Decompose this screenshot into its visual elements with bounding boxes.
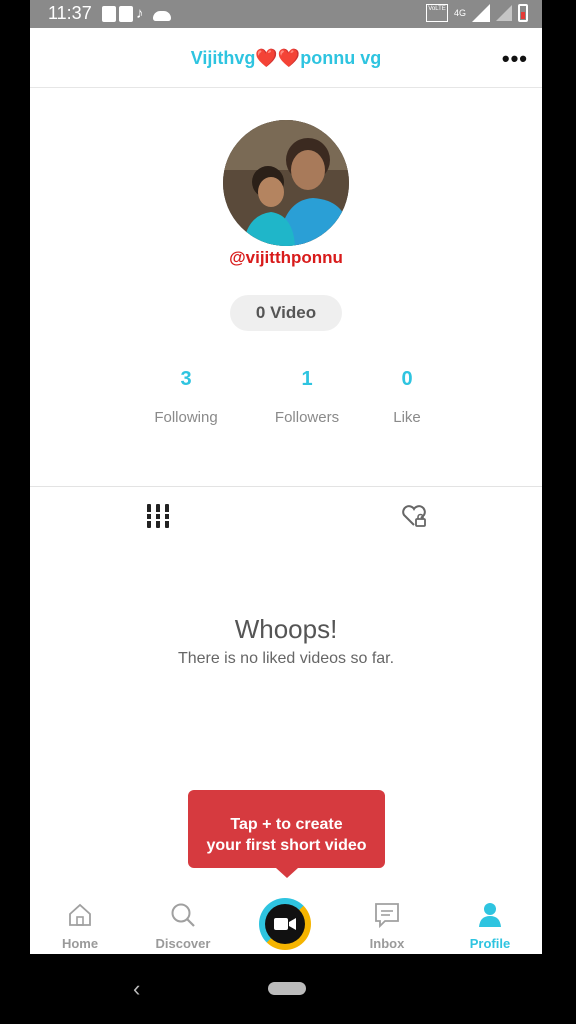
username-handle: @vijitthponnu bbox=[229, 248, 343, 267]
stat-value: 0 bbox=[401, 368, 413, 390]
create-tooltip[interactable]: Tap + to create your first short video bbox=[188, 790, 385, 878]
nav-inbox[interactable]: Inbox bbox=[347, 900, 427, 951]
signal-icon bbox=[496, 5, 512, 21]
nav-profile[interactable]: Profile bbox=[450, 900, 530, 951]
person-icon bbox=[450, 900, 530, 930]
nav-label: Profile bbox=[469, 936, 511, 951]
profile-name: Vijithvg❤️❤️ponnu vg bbox=[190, 48, 382, 68]
cloud-icon bbox=[153, 11, 171, 21]
system-icons: VoLTE 4G bbox=[425, 4, 528, 22]
status-time: 11:37 bbox=[48, 3, 92, 23]
tiktok-icon: ♪ bbox=[136, 5, 144, 22]
stat-value: 3 bbox=[180, 368, 192, 390]
more-horizontal-icon[interactable]: ••• bbox=[502, 46, 528, 72]
system-nav-bar: ‹ bbox=[0, 954, 576, 1024]
search-icon bbox=[143, 900, 223, 930]
volte-icon: VoLTE bbox=[425, 4, 448, 22]
stat-following[interactable]: 3 Following bbox=[136, 368, 236, 426]
bottom-nav: Home Discover Inbox Profile bbox=[30, 888, 542, 954]
device-frame: 11:37 ♪ VoLTE 4G Vijithvg❤️❤️ponnu vg ••… bbox=[0, 0, 576, 1024]
gallery-icon bbox=[119, 6, 133, 22]
stat-like[interactable]: 0 Like bbox=[357, 368, 457, 426]
signal-icon bbox=[472, 4, 490, 22]
nav-label: Discover bbox=[155, 936, 211, 951]
video-count-pill[interactable]: 0 Video bbox=[230, 295, 342, 331]
nav-home[interactable]: Home bbox=[40, 900, 120, 951]
stat-value: 1 bbox=[301, 368, 313, 390]
tooltip-line: Tap + to create bbox=[230, 816, 343, 833]
empty-state-message: There is no liked videos so far. bbox=[177, 650, 395, 667]
status-bar: 11:37 ♪ VoLTE 4G bbox=[30, 0, 542, 28]
video-camera-icon bbox=[265, 904, 305, 944]
battery-icon bbox=[518, 4, 528, 22]
stat-label: Followers bbox=[274, 409, 340, 426]
gallery-icon bbox=[102, 6, 116, 22]
grid-bars-icon[interactable] bbox=[145, 502, 171, 530]
network-type: 4G bbox=[453, 8, 466, 18]
nav-label: Inbox bbox=[369, 936, 405, 951]
home-pill-button[interactable] bbox=[268, 982, 306, 995]
stat-label: Like bbox=[393, 409, 421, 426]
create-video-button[interactable] bbox=[259, 898, 311, 950]
nav-discover[interactable]: Discover bbox=[143, 900, 223, 951]
stat-label: Following bbox=[154, 409, 218, 426]
back-icon[interactable]: ‹ bbox=[133, 976, 140, 1002]
home-icon bbox=[40, 900, 120, 930]
empty-state-title: Whoops! bbox=[234, 614, 338, 644]
tooltip-line: your first short video bbox=[206, 837, 367, 854]
message-icon bbox=[347, 900, 427, 930]
avatar[interactable] bbox=[223, 120, 349, 246]
notification-icons: ♪ bbox=[102, 5, 171, 23]
nav-label: Home bbox=[61, 936, 99, 951]
heart-lock-icon[interactable] bbox=[400, 502, 428, 530]
section-divider bbox=[30, 486, 542, 487]
profile-header: Vijithvg❤️❤️ponnu vg ••• bbox=[30, 28, 542, 88]
stat-followers[interactable]: 1 Followers bbox=[257, 368, 357, 426]
app-screen: Vijithvg❤️❤️ponnu vg ••• @vijitthponnu 0… bbox=[30, 28, 542, 954]
